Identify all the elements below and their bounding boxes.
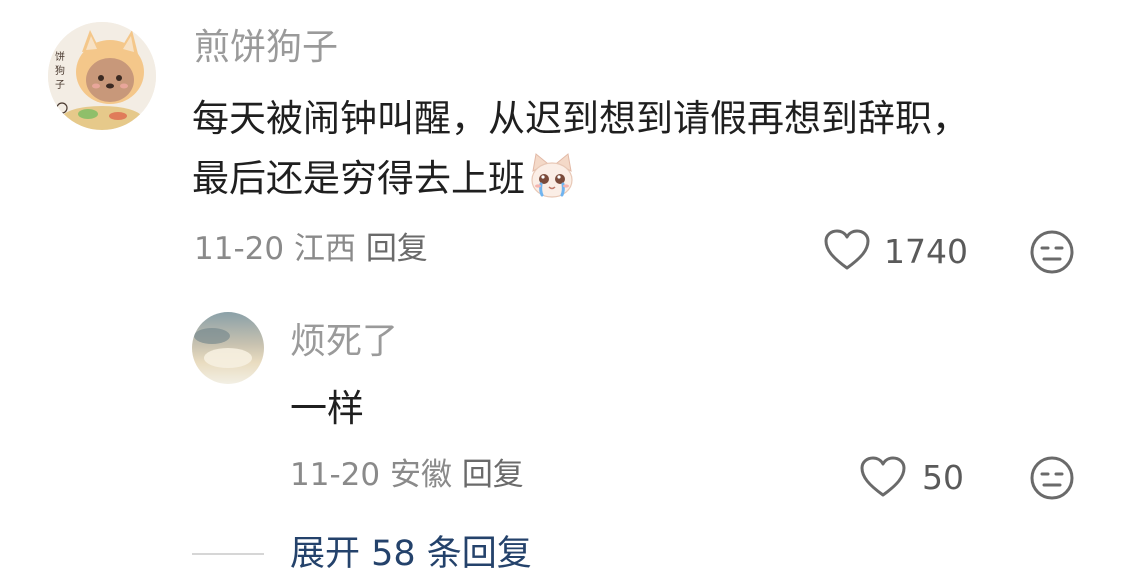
reply-meta: 11-20 安徽 回复 — [290, 456, 524, 494]
svg-text:子: 子 — [55, 79, 65, 91]
comment-location: 江西 — [293, 231, 356, 267]
reply-button[interactable]: 回复 — [366, 231, 428, 267]
reply-avatar[interactable] — [192, 312, 264, 384]
comment-meta: 11-20 江西 回复 — [194, 230, 428, 268]
svg-text:饼: 饼 — [55, 50, 65, 63]
dislike-button[interactable] — [1029, 229, 1075, 275]
expand-replies-button[interactable]: 展开 58 条回复 — [290, 533, 532, 575]
shiba-avatar-icon: 饼 狗 子 — [48, 22, 156, 130]
comment-text-line-1: 每天被闹钟叫醒，从迟到想到请假再想到辞职， — [192, 97, 969, 140]
comment-date: 11-20 — [194, 231, 285, 267]
like-count: 1740 — [884, 232, 968, 271]
heart-icon — [860, 456, 906, 497]
crying-cat-emoji-icon — [527, 151, 577, 201]
comment-author[interactable]: 煎饼狗子 — [194, 26, 338, 70]
comment-text: 最后还是穷得去上班 — [192, 157, 525, 200]
reply-dislike-button[interactable] — [1029, 455, 1075, 501]
heart-icon — [824, 229, 870, 270]
reply-author[interactable]: 烦死了 — [290, 320, 398, 364]
avatar[interactable]: 饼 狗 子 — [48, 22, 156, 130]
neutral-face-icon — [1030, 230, 1074, 274]
reply-text: 一样 — [290, 387, 364, 430]
comment-text-line-2: 最后还是穷得去上班 — [192, 150, 577, 208]
expand-divider — [192, 553, 264, 555]
svg-text:狗: 狗 — [55, 64, 65, 77]
landscape-avatar-icon — [192, 312, 264, 384]
reply-reply-button[interactable]: 回复 — [462, 457, 524, 493]
reply-like-button[interactable] — [859, 455, 907, 499]
neutral-face-icon — [1030, 456, 1074, 500]
reply-like-count: 50 — [922, 458, 964, 497]
reply-date: 11-20 — [290, 457, 381, 493]
like-button[interactable] — [823, 228, 871, 272]
reply-location: 安徽 — [389, 457, 452, 493]
